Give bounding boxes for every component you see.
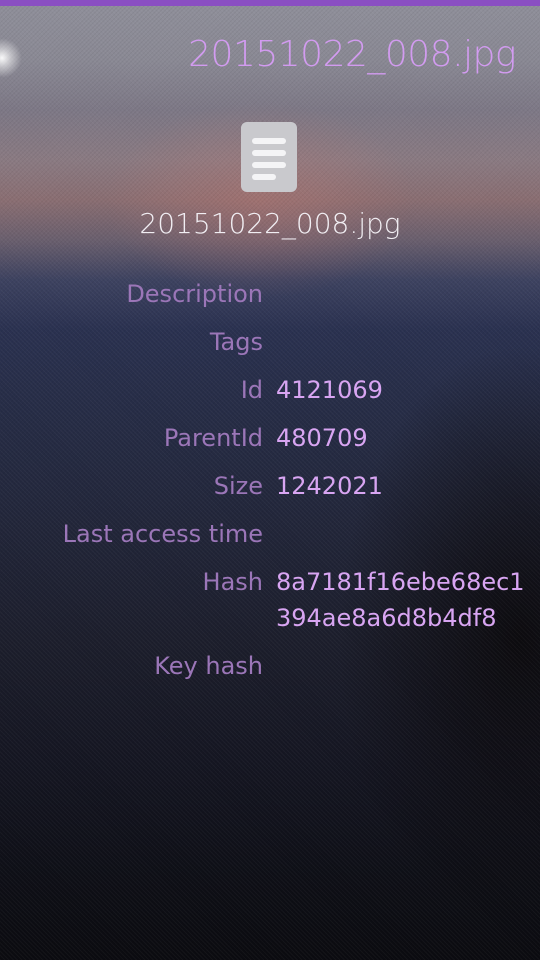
detail-row-tags: Tags (0, 324, 540, 372)
detail-value: 480709 (276, 424, 368, 452)
detail-value: 4121069 (276, 376, 383, 404)
detail-label: Size (213, 472, 263, 500)
detail-row-id: Id 4121069 (0, 372, 540, 420)
detail-label: Hash (202, 568, 263, 596)
detail-row-size: Size 1242021 (0, 468, 540, 516)
detail-label: Key hash (154, 652, 263, 680)
detail-row-key-hash: Key hash (0, 648, 540, 696)
document-icon (241, 122, 297, 192)
detail-row-hash: Hash 8a7181f16ebe68ec1394ae8a6d8b4df8 (0, 564, 540, 648)
detail-label: ParentId (163, 424, 263, 452)
detail-label: Last access time (62, 520, 263, 548)
detail-value: 8a7181f16ebe68ec1394ae8a6d8b4df8 (276, 568, 525, 632)
detail-label: Description (126, 280, 263, 308)
page-title: 20151022_008.jpg (188, 34, 516, 75)
detail-row-parentid: ParentId 480709 (0, 420, 540, 468)
detail-value: 1242021 (276, 472, 383, 500)
detail-row-description: Description (0, 276, 540, 324)
detail-label: Tags (209, 328, 263, 356)
detail-label: Id (240, 376, 263, 404)
top-accent-bar (0, 0, 540, 6)
file-details-list: Description Tags Id 4121069 ParentId 480… (0, 276, 540, 696)
file-name: 20151022_008.jpg (139, 207, 401, 240)
detail-row-last-access-time: Last access time (0, 516, 540, 564)
